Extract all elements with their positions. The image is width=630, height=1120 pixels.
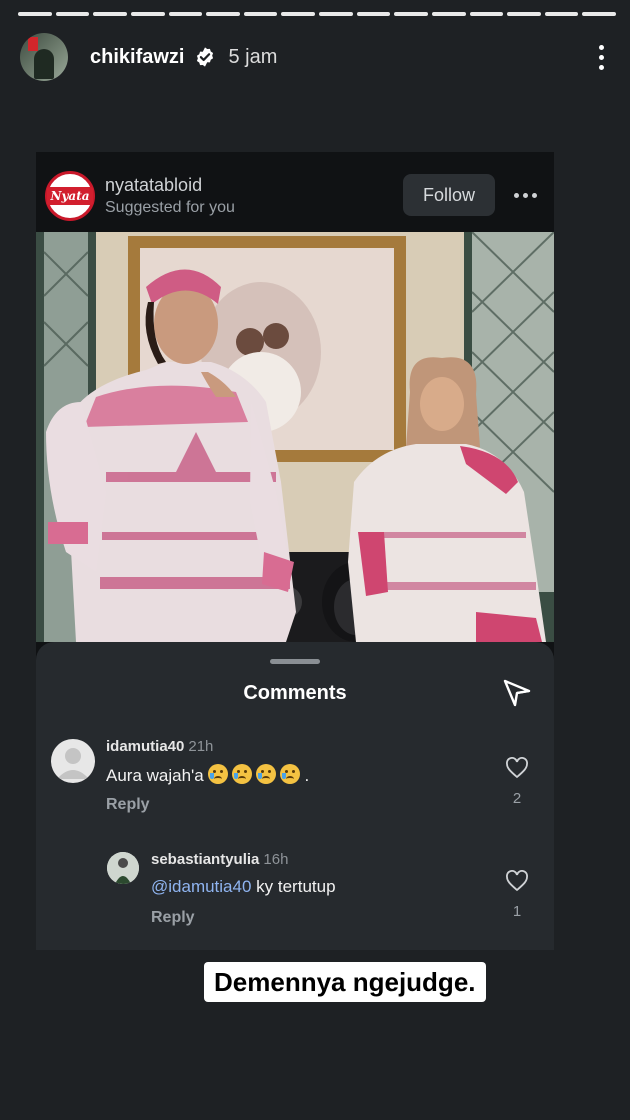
like-count: 1 bbox=[512, 903, 522, 920]
post-header: Nyata nyatatabloid Suggested for you Fol… bbox=[36, 152, 554, 232]
follow-button[interactable]: Follow bbox=[403, 174, 495, 216]
story-header: chikifawzi 5 jam bbox=[20, 33, 610, 81]
story-progress-segment bbox=[507, 12, 541, 16]
story-caption: Demennya ngejudge. bbox=[204, 962, 486, 1002]
comment-username-text: idamutia40 bbox=[106, 738, 185, 755]
post-account-name[interactable]: nyatatabloid bbox=[105, 175, 202, 196]
crying-face-emoji bbox=[232, 764, 253, 784]
crying-face-emoji bbox=[256, 764, 277, 784]
story-progress-segment bbox=[394, 12, 428, 16]
story-avatar[interactable] bbox=[20, 33, 68, 81]
more-horizontal-icon[interactable] bbox=[514, 193, 537, 198]
verified-badge-icon bbox=[197, 47, 214, 67]
reply-time: 16h bbox=[263, 851, 289, 868]
story-progress-segment bbox=[243, 12, 278, 16]
like-count: 2 bbox=[512, 790, 522, 807]
comment-time: 21h bbox=[188, 738, 214, 755]
reply-text: @idamutia40 ky tertutup bbox=[151, 877, 336, 897]
story-progress-segment bbox=[168, 12, 203, 16]
default-avatar-icon bbox=[57, 748, 89, 779]
story-progress-segment bbox=[130, 12, 165, 16]
story-progress-segment bbox=[206, 12, 240, 16]
story-progress-segment bbox=[544, 12, 579, 16]
logo-text: Nyata bbox=[47, 187, 93, 205]
story-progress-segment bbox=[582, 12, 616, 16]
crying-face-emoji bbox=[208, 764, 229, 784]
reply-button[interactable]: Reply bbox=[151, 909, 195, 927]
story-time: 5 jam bbox=[228, 45, 278, 68]
story-progress-segment bbox=[281, 12, 315, 16]
comment-body-end: . bbox=[304, 766, 310, 785]
commenter-avatar[interactable] bbox=[107, 852, 139, 884]
more-vertical-icon[interactable] bbox=[596, 44, 606, 70]
story-progress-segment bbox=[18, 12, 52, 16]
story-progress-segment bbox=[469, 12, 504, 16]
flag-decoration bbox=[28, 37, 38, 51]
comment-body: Aura wajah'a bbox=[106, 766, 204, 785]
reply-username[interactable]: sebastiantyulia 16h bbox=[151, 851, 288, 868]
comment-username[interactable]: idamutia40 21h bbox=[106, 738, 213, 755]
post-photo bbox=[36, 232, 554, 642]
drag-handle[interactable] bbox=[270, 659, 320, 664]
avatar-figure bbox=[34, 49, 54, 79]
crying-face-emoji bbox=[280, 764, 301, 784]
story-progress-segment bbox=[319, 12, 353, 16]
account-logo[interactable]: Nyata bbox=[45, 171, 95, 221]
heart-icon[interactable] bbox=[505, 757, 529, 779]
comments-title: Comments bbox=[243, 682, 347, 704]
shared-post-card[interactable]: Nyata nyatatabloid Suggested for you Fol… bbox=[36, 152, 554, 950]
commenter-avatar[interactable] bbox=[51, 739, 95, 783]
send-icon[interactable] bbox=[501, 677, 533, 709]
mention-link[interactable]: @idamutia40 bbox=[151, 877, 251, 896]
story-progress-segment bbox=[55, 12, 90, 16]
story-progress-segment bbox=[431, 12, 466, 16]
reply-user-photo bbox=[107, 852, 139, 884]
reply-body: ky tertutup bbox=[251, 877, 336, 896]
story-progress-segment bbox=[93, 12, 127, 16]
reply-username-text: sebastiantyulia bbox=[151, 851, 260, 868]
reply-button[interactable]: Reply bbox=[106, 796, 150, 814]
comments-sheet: Comments idamutia40 21h Aura wajah'a . Re… bbox=[36, 642, 554, 950]
comment-text: Aura wajah'a . bbox=[106, 764, 309, 786]
story-progress-bar bbox=[18, 12, 616, 16]
story-progress-segment bbox=[356, 12, 391, 16]
heart-icon[interactable] bbox=[505, 870, 529, 892]
suggested-label: Suggested for you bbox=[105, 199, 235, 216]
story-username[interactable]: chikifawzi bbox=[90, 46, 184, 69]
